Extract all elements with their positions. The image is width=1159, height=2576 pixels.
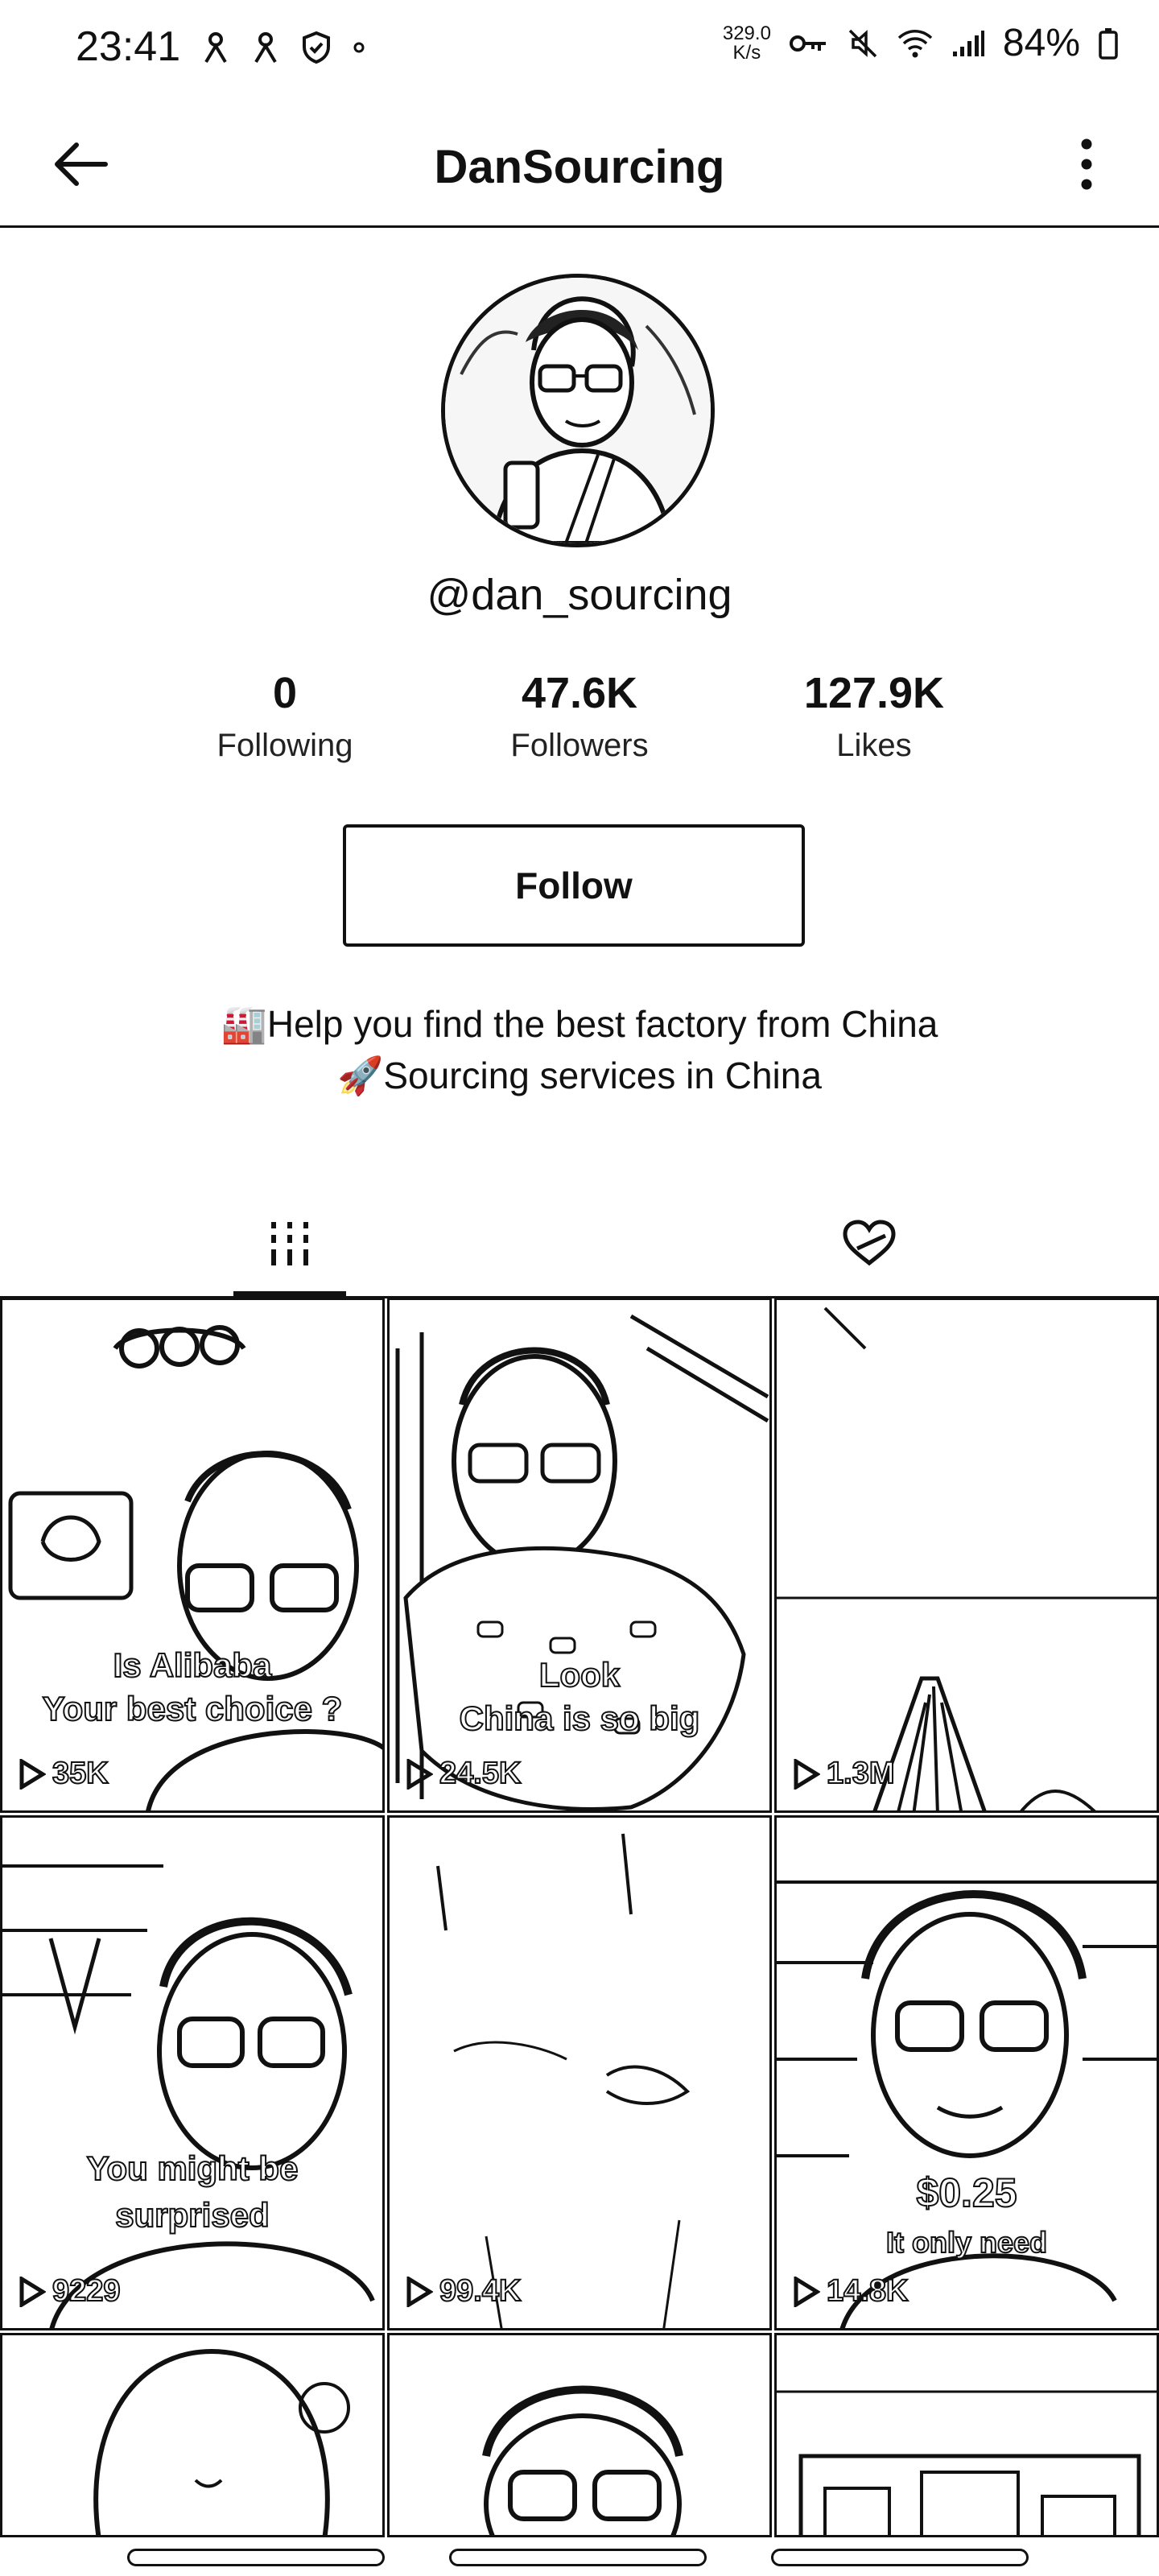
- video-tile[interactable]: You might be surprised 9229: [0, 1815, 385, 2330]
- view-count: 14.8K: [793, 2273, 909, 2309]
- vpn-key-icon: [789, 35, 826, 52]
- view-count: 1.3M: [793, 1756, 895, 1791]
- nav-pill[interactable]: [127, 2549, 385, 2566]
- net-speed-value: 329.0: [722, 22, 771, 44]
- video-thumbnail: [2, 1818, 382, 2328]
- profile-bio: 🏭Help you find the best factory from Chi…: [0, 998, 1159, 1101]
- status-bar: 23:41 329.0 K/s 84%: [0, 0, 1159, 97]
- content-tabs: [0, 1191, 1159, 1298]
- app-notification-icon: [204, 32, 227, 64]
- video-tile[interactable]: [774, 2333, 1159, 2537]
- video-caption: It only need: [885, 2225, 1048, 2260]
- video-tile[interactable]: $0.25 It only need 14.8K: [774, 1815, 1159, 2330]
- bio-line: 🏭Help you find the best factory from Chi…: [221, 1003, 938, 1045]
- avatar[interactable]: [441, 274, 715, 547]
- page-title: DanSourcing: [434, 141, 725, 193]
- stat-label: Likes: [836, 728, 912, 763]
- view-count-value: 14.8K: [826, 2273, 909, 2309]
- video-caption: Your best choice ?: [42, 1689, 344, 1728]
- battery-level: 84%: [1002, 22, 1080, 64]
- video-thumbnail: [2, 2335, 382, 2535]
- mute-icon: [848, 29, 877, 57]
- play-icon: [406, 2276, 433, 2307]
- view-count-value: 1.3M: [826, 1756, 895, 1791]
- view-count-value: 24.5K: [439, 1756, 522, 1791]
- view-count: 9229: [19, 2273, 122, 2309]
- stat-value: 127.9K: [803, 669, 945, 717]
- video-thumbnail: [390, 1818, 769, 2328]
- navigation-bar: [0, 2536, 1159, 2576]
- notification-icons: [201, 31, 365, 64]
- view-count: 35K: [19, 1756, 109, 1791]
- view-count: 24.5K: [406, 1756, 522, 1791]
- video-caption: You might be: [86, 2149, 299, 2188]
- nav-pill[interactable]: [449, 2549, 707, 2566]
- tab-liked[interactable]: [773, 1191, 966, 1296]
- heart-hidden-icon: [843, 1220, 896, 1266]
- video-tile[interactable]: [0, 2333, 385, 2537]
- video-caption: Look: [538, 1655, 621, 1695]
- video-thumbnail: [2, 1300, 382, 1810]
- stat-following[interactable]: 0 Following: [156, 665, 414, 764]
- wifi-icon: [897, 29, 933, 57]
- video-thumbnail: [390, 2335, 769, 2535]
- play-icon: [406, 1758, 433, 1790]
- video-grid: Is Alibaba Your best choice ? 35K Look C…: [0, 1298, 1159, 2537]
- video-tile[interactable]: 99.4K: [387, 1815, 772, 2330]
- dot-icon: [353, 42, 365, 53]
- view-count: 99.4K: [406, 2273, 522, 2309]
- tab-videos[interactable]: [193, 1191, 386, 1296]
- video-tile[interactable]: 1.3M: [774, 1298, 1159, 1813]
- system-icons: 329.0 K/s 84%: [723, 21, 1119, 65]
- video-tile[interactable]: [387, 2333, 772, 2537]
- nav-pill[interactable]: [771, 2549, 1029, 2566]
- username: @dan_sourcing: [427, 571, 732, 619]
- play-icon: [19, 1758, 46, 1790]
- active-tab-indicator: [233, 1291, 346, 1298]
- stat-value: 47.6K: [521, 669, 638, 717]
- profile-stats: 0 Following 47.6K Followers 127.9K Likes: [0, 665, 1159, 786]
- top-bar: DanSourcing: [0, 105, 1159, 228]
- bio-line: 🚀Sourcing services in China: [337, 1055, 822, 1096]
- grid-icon: [271, 1222, 308, 1265]
- shield-check-icon: [303, 31, 330, 64]
- avatar-illustration: [445, 278, 711, 543]
- more-vertical-icon: [1081, 138, 1092, 190]
- battery-icon: [1099, 27, 1118, 60]
- view-count-value: 99.4K: [439, 2273, 522, 2309]
- net-speed: 329.0 K/s: [722, 22, 771, 64]
- stat-value: 0: [272, 669, 298, 717]
- play-icon: [794, 2276, 820, 2307]
- view-count-value: 35K: [52, 1756, 109, 1791]
- signal-icon: [952, 30, 984, 56]
- video-caption: Is Alibaba: [113, 1645, 273, 1685]
- view-count-value: 9229: [52, 2273, 122, 2309]
- video-thumbnail: [777, 2335, 1157, 2535]
- video-caption: surprised: [114, 2195, 270, 2235]
- stat-followers[interactable]: 47.6K Followers: [451, 665, 708, 764]
- stat-label: Followers: [510, 728, 649, 763]
- app-notification-icon: [254, 32, 277, 64]
- play-icon: [19, 2276, 46, 2307]
- video-tile[interactable]: Is Alibaba Your best choice ? 35K: [0, 1298, 385, 1813]
- status-time: 23:41: [76, 23, 181, 70]
- video-thumbnail: [777, 1300, 1157, 1810]
- play-icon: [794, 1758, 820, 1790]
- stat-likes[interactable]: 127.9K Likes: [745, 665, 1003, 764]
- video-tile[interactable]: Look China is so big 24.5K: [387, 1298, 772, 1813]
- follow-button[interactable]: Follow: [343, 824, 805, 947]
- stat-label: Following: [217, 728, 353, 763]
- video-caption: $0.25: [915, 2170, 1017, 2215]
- more-options-button[interactable]: [1046, 124, 1127, 204]
- video-caption: China is so big: [459, 1699, 701, 1738]
- net-speed-unit: K/s: [732, 41, 761, 64]
